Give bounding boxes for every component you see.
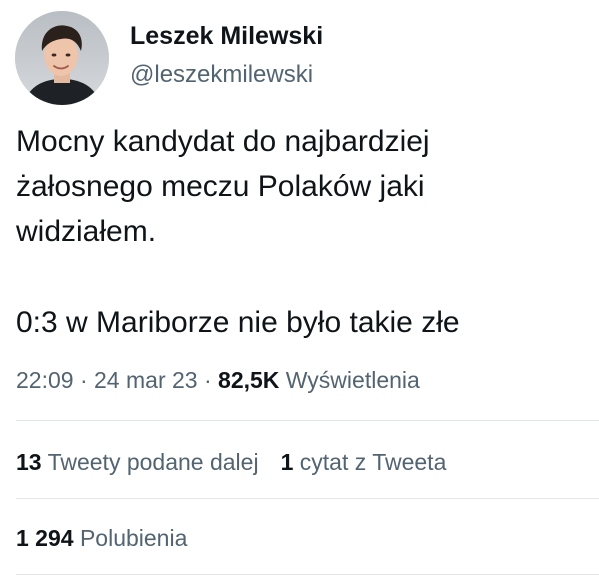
meta-separator: ·	[79, 367, 88, 393]
author-handle[interactable]: @leszekmilewski	[130, 61, 313, 89]
tweet-text-line: widziałem.	[16, 215, 157, 248]
tweet-meta: 22:09 · 24 mar 23 · 82,5K Wyświetlenia	[16, 367, 420, 394]
avatar[interactable]	[15, 11, 109, 105]
tweet-text-line: żałosnego meczu Polaków jaki	[16, 170, 425, 203]
author-display-name[interactable]: Leszek Milewski	[130, 22, 323, 51]
likes-count: 1 294	[16, 525, 74, 551]
tweet-text: Mocny kandydat do najbardziej żałosnego …	[16, 119, 591, 345]
retweets-label: Tweety podane dalej	[47, 449, 259, 475]
views-label: Wyświetlenia	[285, 367, 420, 393]
likes-label: Polubienia	[79, 525, 188, 551]
profile-photo-icon	[15, 11, 109, 105]
retweets-stat[interactable]: 13 Tweety podane dalej	[16, 449, 259, 475]
tweet-text-line: Mocny kandydat do najbardziej	[16, 125, 430, 158]
quotes-stat[interactable]: 1 cytat z Tweeta	[281, 449, 447, 475]
divider	[16, 574, 599, 575]
tweet-card: Leszek Milewski @leszekmilewski Mocny ka…	[0, 0, 599, 583]
tweet-date[interactable]: 24 mar 23	[94, 367, 198, 393]
views-count: 82,5K	[218, 367, 280, 393]
divider	[16, 420, 599, 421]
tweet-time[interactable]: 22:09	[16, 367, 74, 393]
engagement-stats-row: 13 Tweety podane dalej 1 cytat z Tweeta	[16, 449, 446, 476]
tweet-text-line: 0:3 w Mariborze nie było takie złe	[16, 306, 460, 339]
retweets-count: 13	[16, 449, 42, 475]
meta-separator: ·	[203, 367, 212, 393]
quotes-count: 1	[280, 449, 294, 475]
likes-stats-row: 1 294 Polubienia	[16, 525, 187, 552]
quotes-label: cytat z Tweeta	[299, 449, 447, 475]
divider	[16, 498, 599, 499]
likes-stat[interactable]: 1 294 Polubienia	[16, 525, 187, 551]
